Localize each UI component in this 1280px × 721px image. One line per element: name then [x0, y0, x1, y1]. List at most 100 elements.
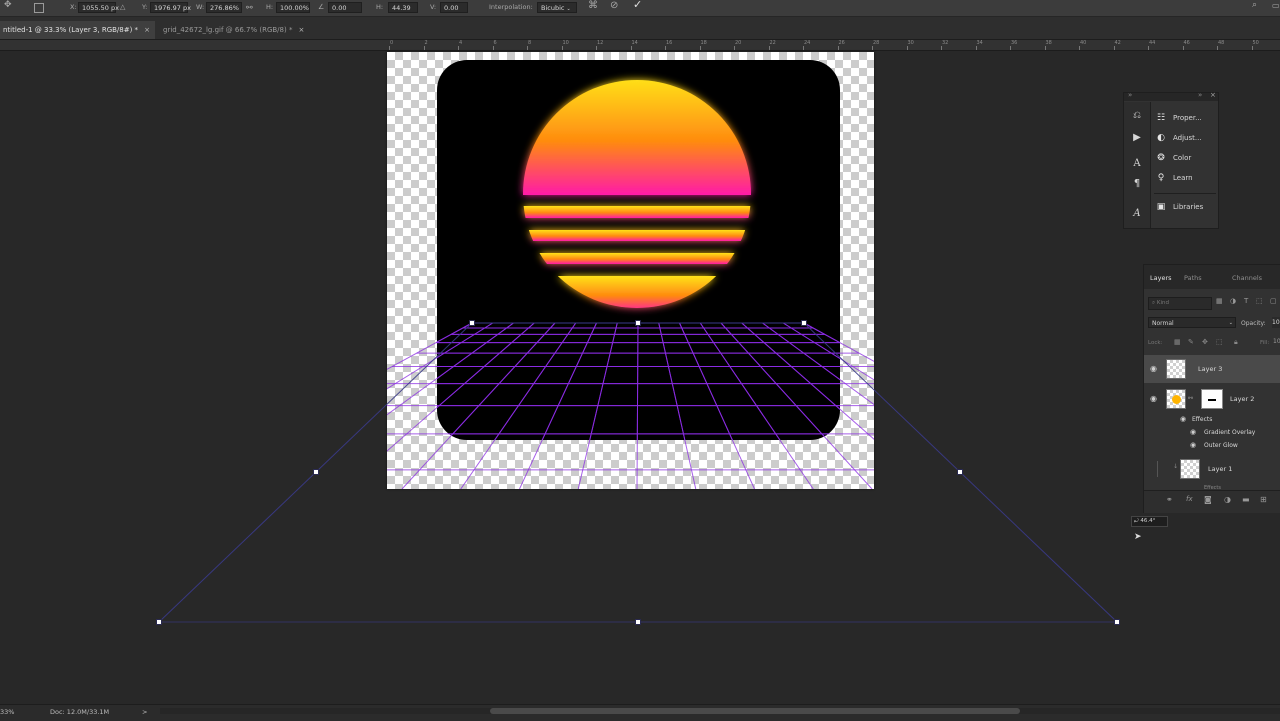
lock-artboard-icon[interactable]: ⬚ — [1216, 338, 1223, 346]
search-icon[interactable]: ⌕ — [1252, 0, 1257, 11]
panel-button-learn[interactable]: ♀ Learn — [1155, 170, 1193, 186]
ruler-tick — [1148, 46, 1149, 50]
effect-row-outer-glow[interactable]: ◉ Outer Glow — [1144, 440, 1280, 452]
x-field[interactable]: 1055.50 px — [78, 2, 119, 13]
interpolation-select[interactable]: Bicubic ⌄ — [537, 2, 577, 13]
panel-button-color[interactable]: ❂ Color — [1155, 150, 1191, 166]
filter-adjustment-icon[interactable]: ◑ — [1230, 297, 1236, 305]
layer-name[interactable]: Layer 3 — [1198, 365, 1222, 373]
status-menu-arrow[interactable]: > — [142, 708, 147, 716]
fill-field[interactable]: 10 — [1273, 338, 1280, 345]
tab-untitled[interactable]: ntitled-1 @ 33.3% (Layer 3, RGB/8#) * × — [0, 21, 155, 39]
zoom-level[interactable]: 33% — [0, 708, 14, 716]
collapse-icon[interactable]: » — [1198, 91, 1202, 99]
character-icon[interactable]: A — [1130, 158, 1144, 169]
filter-type-icon[interactable]: T — [1244, 297, 1248, 305]
transform-handle-bottom[interactable] — [635, 619, 641, 625]
cancel-transform-icon[interactable]: ⊘ — [610, 0, 618, 11]
layer-row-layer-3[interactable]: ◉ Layer 3 — [1144, 355, 1280, 383]
paragraph-icon[interactable]: ¶ — [1130, 178, 1144, 189]
link-icon[interactable]: ⚯ — [246, 2, 253, 13]
tab-layers[interactable]: Layers — [1150, 274, 1172, 282]
panel-header[interactable]: » » × — [1124, 91, 1218, 101]
interpolation-value: Bicubic — [541, 4, 565, 12]
hskew-field[interactable]: 44.39 — [388, 2, 418, 13]
layer-row-layer-2[interactable]: ◉ ⚯ Layer 2 — [1144, 385, 1280, 413]
tab-grid-gif[interactable]: grid_42672_lg.gif @ 66.7% (RGB/8) * × — [160, 21, 323, 39]
y-field[interactable]: 1976.97 px — [150, 2, 191, 13]
relative-triangle-icon[interactable]: △ — [120, 2, 125, 13]
transform-handle-left[interactable] — [313, 469, 319, 475]
eye-icon[interactable]: ◉ — [1150, 394, 1157, 403]
close-icon[interactable]: × — [298, 26, 304, 34]
close-icon[interactable]: × — [144, 26, 150, 34]
horizontal-scroll-thumb[interactable] — [490, 708, 1020, 714]
filter-shape-icon[interactable]: ⬚ — [1256, 297, 1263, 305]
eye-icon[interactable]: ◉ — [1190, 428, 1196, 436]
effect-row-gradient-overlay[interactable]: ◉ Gradient Overlay — [1144, 427, 1280, 439]
filter-smart-icon[interactable]: ▢ — [1270, 297, 1277, 305]
tab-paths[interactable]: Paths — [1184, 274, 1202, 282]
move-tool-icon[interactable]: ✥ — [4, 0, 12, 11]
transform-handle-right[interactable] — [957, 469, 963, 475]
angle-icon: ∠ — [318, 3, 325, 11]
layer-filter-search[interactable]: ⌕ Kind — [1148, 297, 1212, 310]
tab-label: grid_42672_lg.gif @ 66.7% (RGB/8) * — [163, 26, 293, 34]
transform-handle-bottom-left[interactable] — [156, 619, 162, 625]
fx-icon[interactable]: fx — [1186, 495, 1193, 503]
panel-button-label: Libraries — [1173, 203, 1204, 211]
adjustment-layer-icon[interactable]: ◑ — [1224, 495, 1231, 504]
transform-handle-top-left[interactable] — [469, 320, 475, 326]
transform-handle-bottom-right[interactable] — [1114, 619, 1120, 625]
properties-icon: ☷ — [1156, 113, 1166, 123]
layer-name[interactable]: Layer 1 — [1208, 465, 1232, 473]
blend-mode-select[interactable]: Normal ⌄ — [1148, 317, 1236, 328]
collapse-icon[interactable]: » — [1128, 91, 1132, 99]
lock-all-icon[interactable]: 🔒︎ — [1234, 338, 1238, 347]
warp-icon[interactable]: ⌘ — [588, 0, 598, 11]
commit-transform-icon[interactable]: ✓ — [633, 0, 642, 10]
hskew-label: H: — [376, 3, 384, 11]
document-size[interactable]: Doc: 12.0M/33.1M — [50, 708, 109, 716]
color-icon: ❂ — [1157, 153, 1165, 163]
h-field[interactable]: 100.00% — [276, 2, 310, 13]
ruler-label: 30 — [907, 40, 914, 46]
eye-icon[interactable]: ◉ — [1180, 415, 1186, 423]
layer-name[interactable]: Layer 2 — [1230, 395, 1254, 403]
lock-transparent-icon[interactable]: ▦ — [1174, 338, 1181, 346]
w-field[interactable]: 276.86% — [206, 2, 242, 13]
visibility-off[interactable] — [1157, 461, 1158, 477]
glyphs-icon[interactable]: A — [1130, 208, 1144, 219]
new-layer-icon[interactable]: ⊞ — [1260, 495, 1267, 504]
panel-button-properties[interactable]: ☷ Proper... — [1155, 110, 1202, 126]
filter-pixel-icon[interactable]: ▦ — [1216, 297, 1223, 305]
transform-handle-top[interactable] — [635, 320, 641, 326]
link-layers-icon[interactable]: ⚭ — [1166, 495, 1173, 504]
lock-paint-icon[interactable]: ✎ — [1188, 338, 1194, 346]
layers-footer: ⚭ fx ◙ ◑ ▬ ⊞ — [1144, 490, 1280, 513]
angle-field[interactable]: 0.00 — [328, 2, 362, 13]
ruler-label: 38 — [1045, 40, 1052, 46]
panel-button-adjustments[interactable]: ◐ Adjust... — [1155, 130, 1202, 146]
effects-row[interactable]: ◉ Effects — [1144, 414, 1280, 426]
layer-row-layer-1[interactable]: ↓ Layer 1 — [1144, 455, 1280, 483]
workspace-icon[interactable]: ▭ — [1272, 0, 1280, 11]
tab-channels[interactable]: Channels — [1232, 274, 1262, 282]
layer-mask-thumbnail[interactable] — [1201, 389, 1223, 409]
opacity-field[interactable]: 10 — [1272, 317, 1280, 328]
ruler-tick — [1079, 46, 1080, 50]
group-icon[interactable]: ▬ — [1242, 495, 1250, 504]
ruler-label: 40 — [1080, 40, 1087, 46]
reference-point-icon[interactable] — [34, 3, 44, 13]
add-mask-icon[interactable]: ◙ — [1204, 495, 1212, 504]
ruler-tick — [1217, 46, 1218, 50]
eye-icon[interactable]: ◉ — [1150, 364, 1157, 373]
eye-icon[interactable]: ◉ — [1190, 441, 1196, 449]
history-icon[interactable]: ⎌ — [1130, 110, 1144, 121]
actions-play-icon[interactable]: ▶ — [1130, 132, 1144, 143]
panel-button-libraries[interactable]: ▣ Libraries — [1155, 199, 1204, 215]
transform-handle-top-right[interactable] — [801, 320, 807, 326]
vskew-field[interactable]: 0.00 — [440, 2, 468, 13]
lock-move-icon[interactable]: ✥ — [1202, 338, 1208, 346]
close-icon[interactable]: × — [1210, 91, 1216, 99]
